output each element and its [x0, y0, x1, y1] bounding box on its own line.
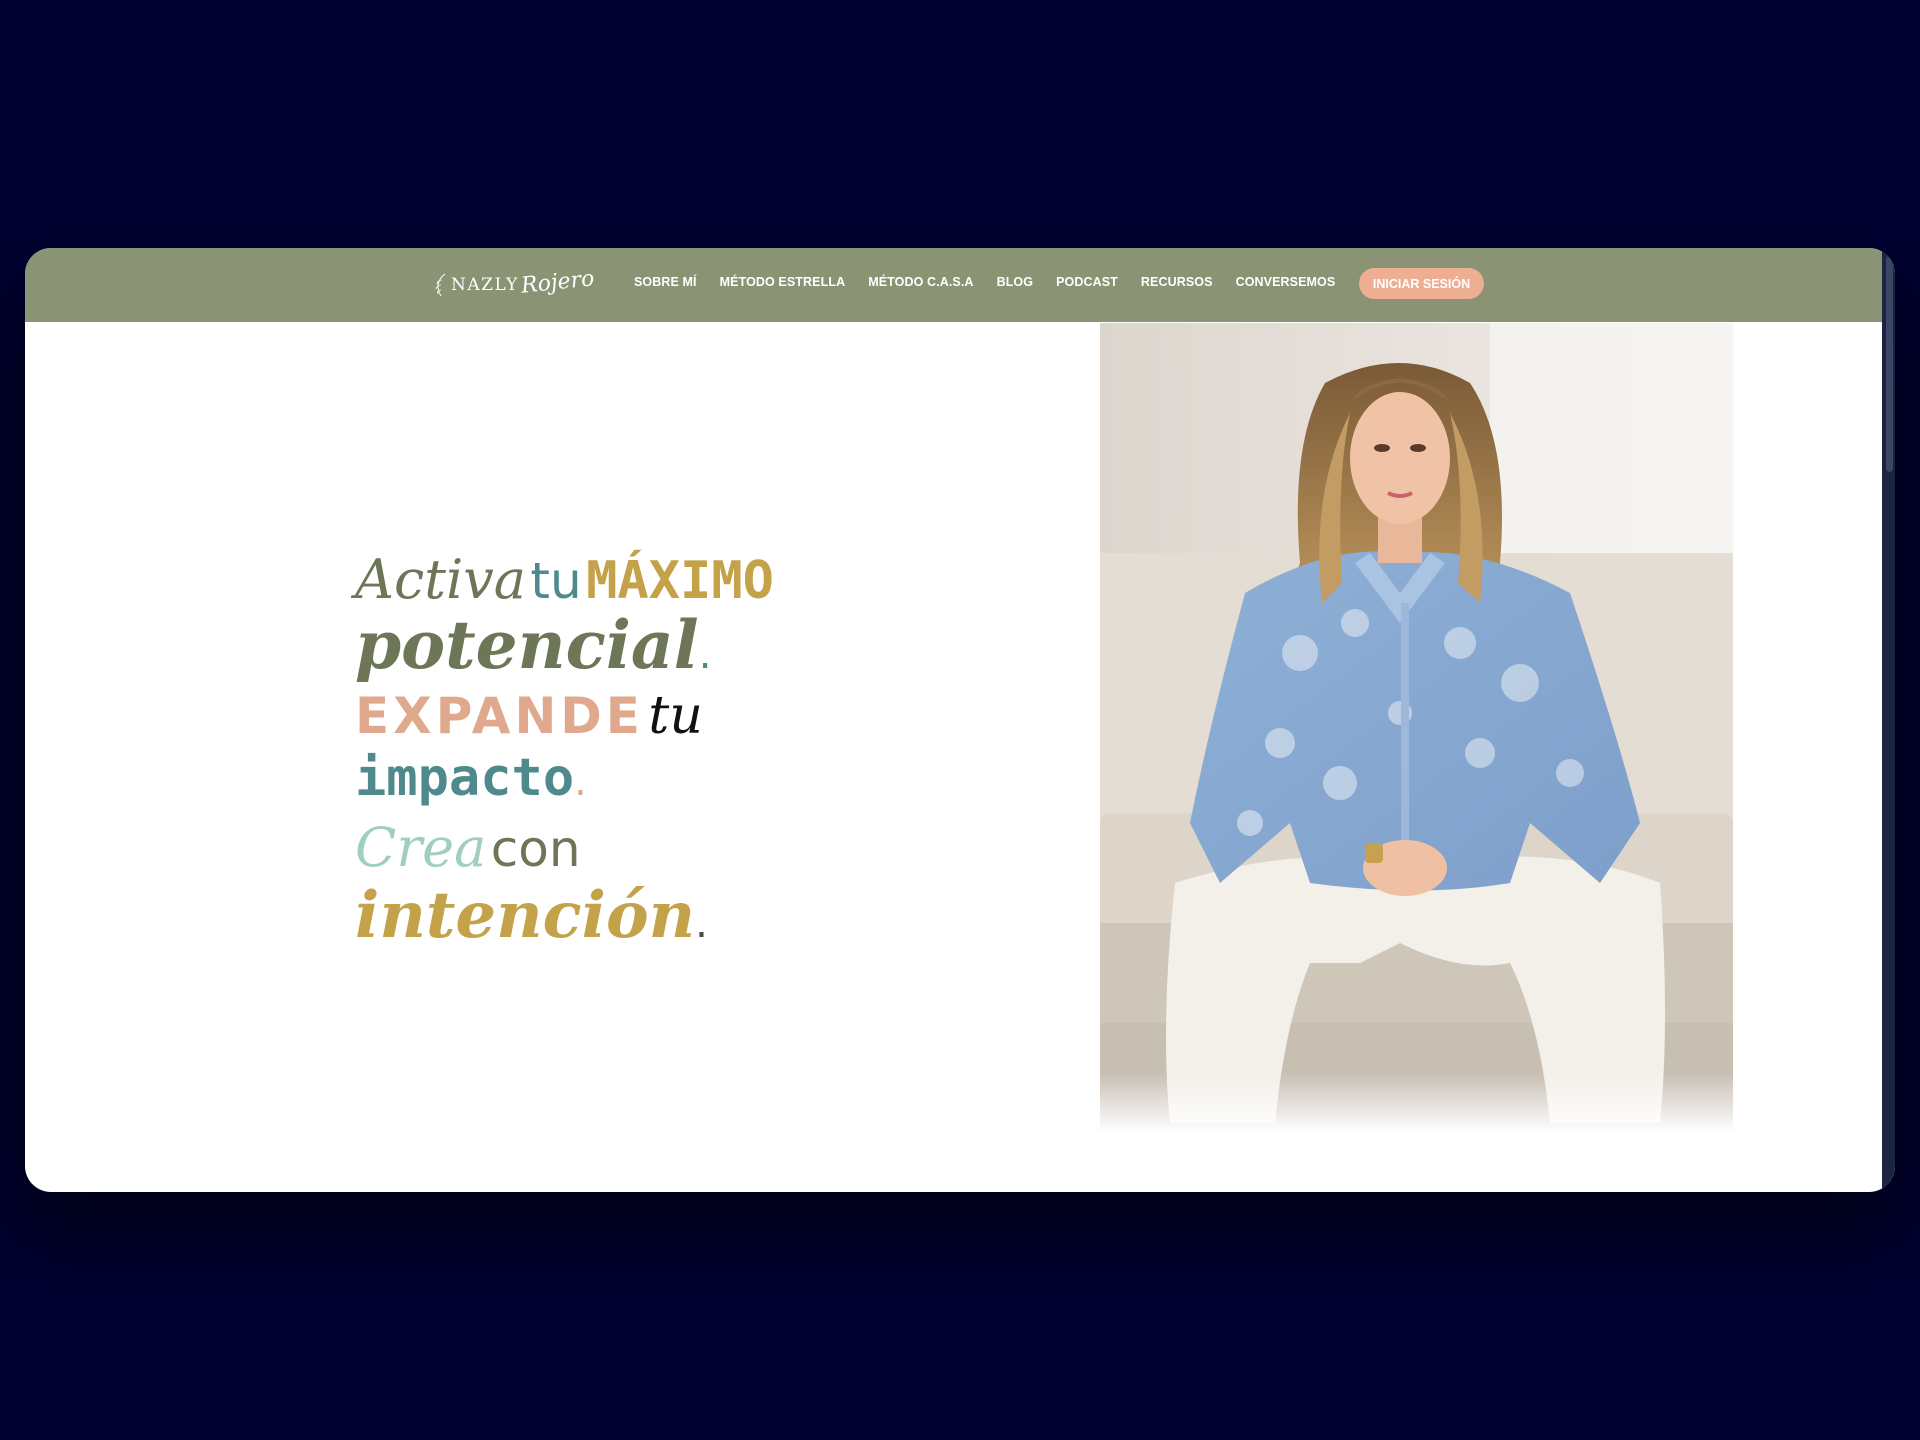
login-button[interactable]: INICIAR SESIÓN — [1359, 268, 1484, 299]
headline-line-6: intención. — [355, 878, 708, 953]
period: . — [695, 901, 708, 947]
hero-headline: Activa tu MÁXIMO potencial. EXPANDE tu i… — [355, 548, 915, 968]
nav-item-conversemos[interactable]: CONVERSEMOS — [1236, 274, 1336, 290]
portrait-illustration — [1100, 323, 1733, 1143]
nav-item-sobre-mi[interactable]: SOBRE MÍ — [634, 274, 697, 290]
word-potencial: potencial — [355, 606, 699, 684]
scrollbar[interactable] — [1882, 248, 1895, 1192]
nav-item-metodo-casa[interactable]: MÉTODO C.A.S.A — [868, 274, 973, 290]
headline-line-2: potencial. — [355, 606, 711, 684]
leaf-icon — [435, 273, 446, 297]
word-con: con — [490, 820, 581, 878]
nav-item-blog[interactable]: BLOG — [997, 274, 1034, 290]
logo-script: Rojero — [519, 265, 596, 299]
word-tu: tu — [530, 552, 582, 610]
headline-line-1: Activa tu MÁXIMO — [355, 548, 774, 611]
nav-item-recursos[interactable]: RECURSOS — [1141, 274, 1213, 290]
main-nav: SOBRE MÍ MÉTODO ESTRELLA MÉTODO C.A.S.A … — [634, 274, 1358, 290]
period: . — [574, 759, 587, 805]
logo-wordmark: NAZLY — [451, 275, 519, 295]
site-logo[interactable]: NAZLY Rojero — [433, 265, 596, 304]
word-maximo: MÁXIMO — [586, 551, 774, 611]
word-intencion: intención — [355, 878, 696, 953]
scrollbar-thumb[interactable] — [1886, 256, 1893, 472]
nav-item-podcast[interactable]: PODCAST — [1056, 274, 1118, 290]
browser-viewport: NAZLY Rojero SOBRE MÍ MÉTODO ESTRELLA MÉ… — [25, 248, 1895, 1192]
word-crea: Crea — [355, 816, 487, 879]
word-tu-italic: tu — [648, 686, 703, 746]
headline-line-5: Crea con — [355, 816, 581, 879]
headline-line-4: impacto. — [355, 748, 587, 808]
word-impacto: impacto — [355, 748, 575, 808]
word-activa: Activa — [355, 548, 526, 611]
word-expande: EXPANDE — [355, 687, 644, 745]
photo-fade — [1100, 1073, 1733, 1143]
period: . — [698, 632, 712, 678]
headline-line-3: EXPANDE tu — [355, 686, 703, 746]
site-header: NAZLY Rojero SOBRE MÍ MÉTODO ESTRELLA MÉ… — [25, 248, 1882, 322]
nav-item-metodo-estrella[interactable]: MÉTODO ESTRELLA — [720, 274, 846, 290]
hero-portrait-photo — [1100, 323, 1733, 1143]
